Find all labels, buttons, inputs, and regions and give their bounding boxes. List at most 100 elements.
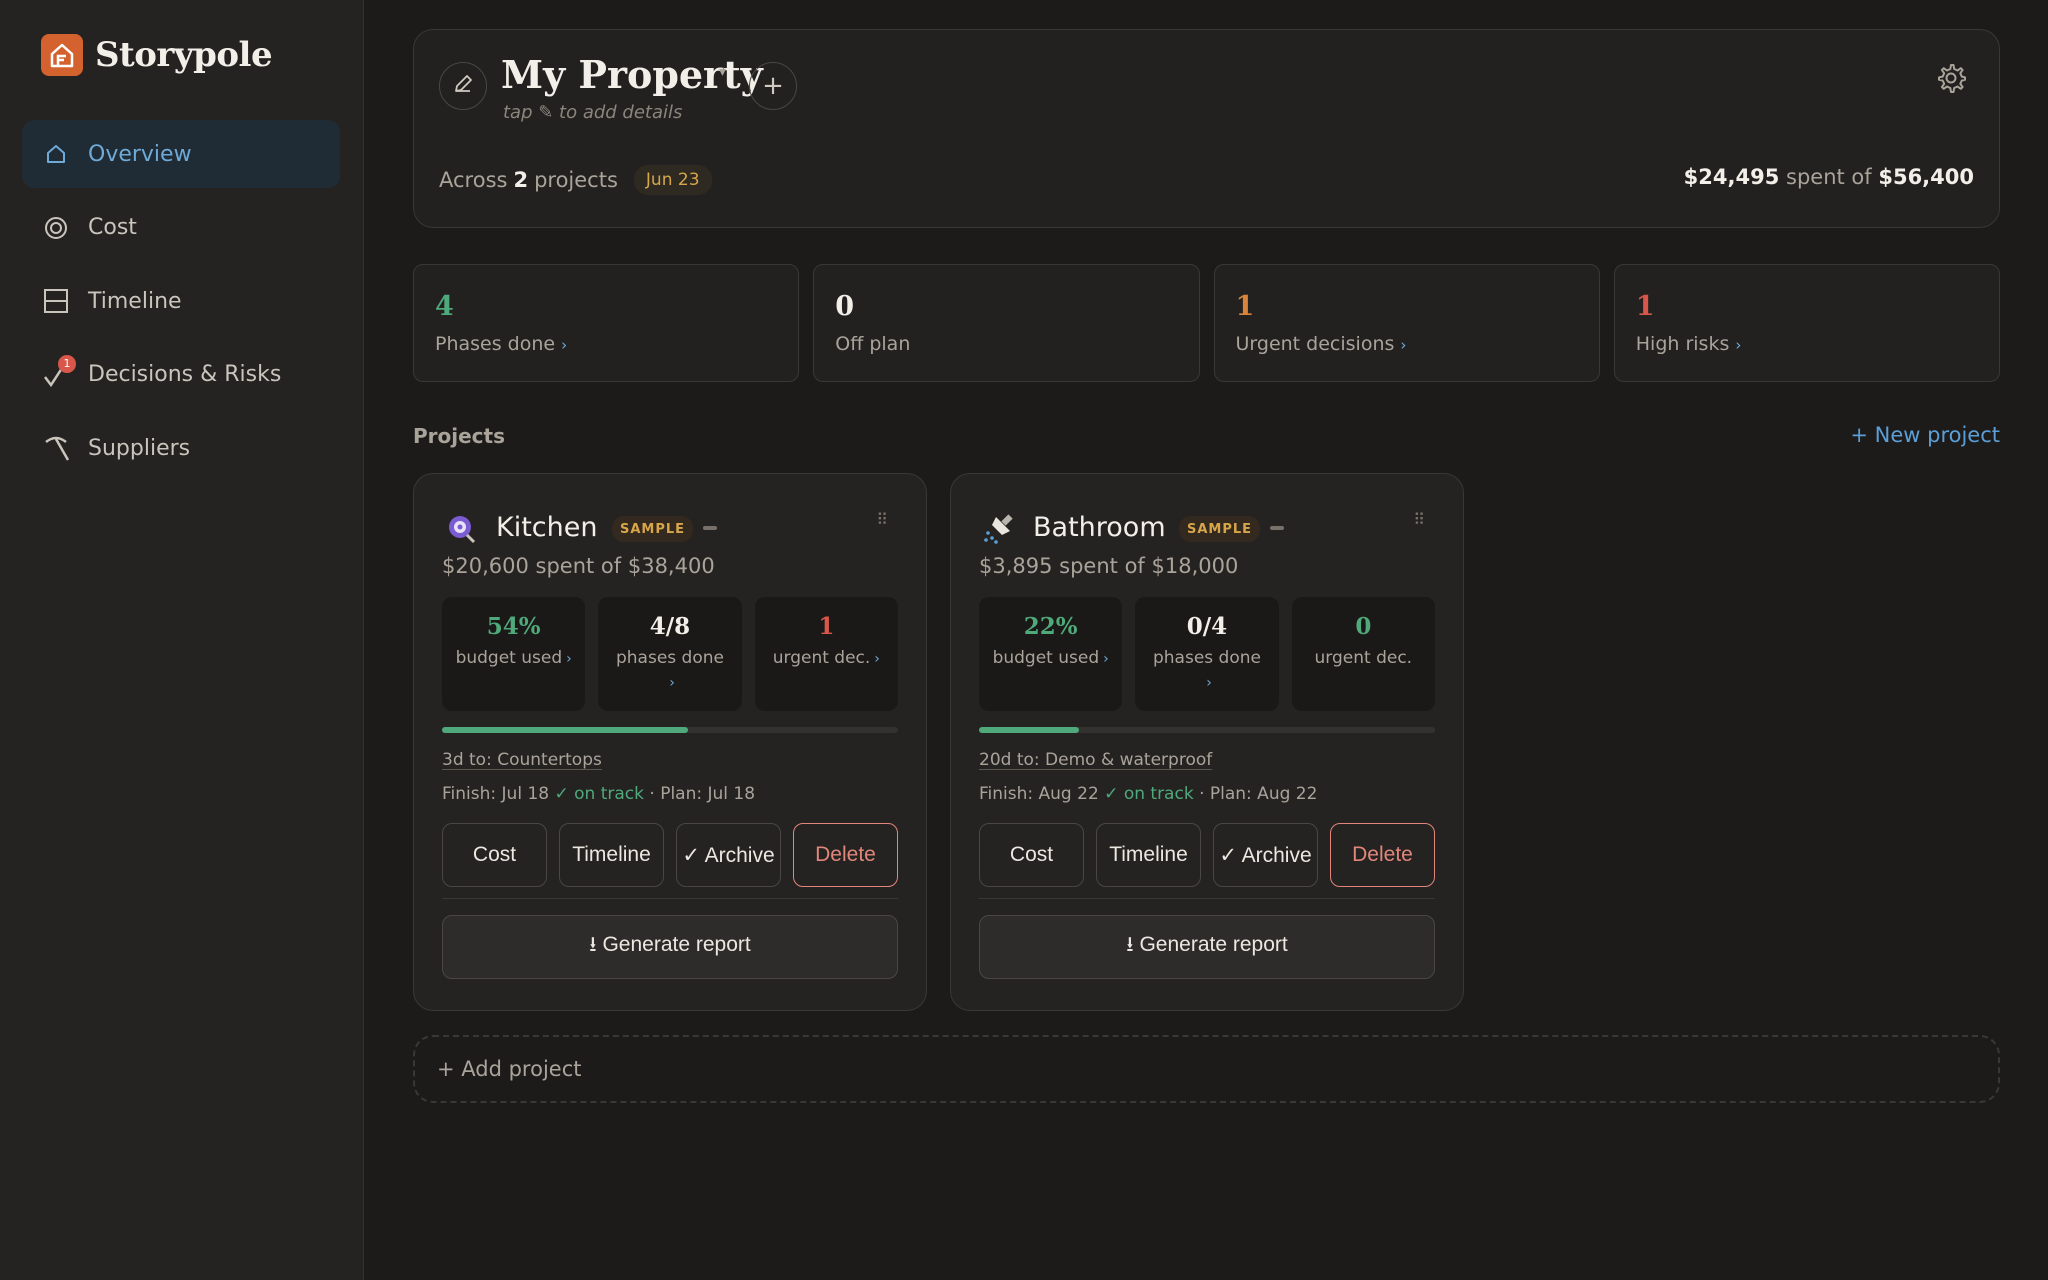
metric-label: budget used › <box>979 646 1122 671</box>
generate-report-button[interactable]: ⭳ Generate report <box>442 915 898 979</box>
metric-phases-done[interactable]: 0/4 phases done › <box>1135 597 1279 711</box>
metric-phases-done[interactable]: 4/8 phases done › <box>598 597 742 711</box>
home-icon <box>42 140 70 168</box>
stat-label: Urgent decisions › <box>1236 333 1407 355</box>
stat-value: 0 <box>835 291 855 322</box>
budget-progress-bar <box>442 727 898 733</box>
timeline-button[interactable]: Timeline <box>1096 823 1201 887</box>
metric-label-text: urgent dec. <box>1314 648 1413 668</box>
project-name[interactable]: Bathroom <box>1033 512 1166 543</box>
chevron-right-icon: › <box>1735 336 1742 354</box>
timeline-icon <box>42 287 70 315</box>
project-card-kitchen: Kitchen SAMPLE ⠿ $20,600 spent of $38,40… <box>413 473 927 1011</box>
sidebar-nav: Overview Cost Timeline 1 Decisions & Ris… <box>22 120 340 488</box>
metric-label: urgent dec. › <box>755 646 898 671</box>
project-actions: Cost Timeline ✓ Archive Delete <box>442 823 898 887</box>
stat-urgent-decisions[interactable]: 1 Urgent decisions › <box>1213 264 1600 382</box>
project-name[interactable]: Kitchen <box>496 512 597 543</box>
plan-date: · Plan: Aug 22 <box>1199 784 1318 804</box>
budget-progress-bar <box>979 727 1435 733</box>
cost-button[interactable]: Cost <box>442 823 547 887</box>
metric-budget-used[interactable]: 54% budget used › <box>442 597 586 711</box>
project-metrics: 54% budget used › 4/8 phases done › 1 urge… <box>442 597 898 711</box>
notification-badge: 1 <box>58 354 76 373</box>
chevron-right-icon: › <box>1206 675 1212 691</box>
metric-value: 54% <box>486 613 541 640</box>
delete-button[interactable]: Delete <box>793 823 898 887</box>
add-project-button[interactable]: + Add project <box>413 1035 2000 1103</box>
sidebar-item-overview[interactable]: Overview <box>22 120 340 188</box>
chevron-right-icon: › <box>1103 651 1109 667</box>
project-spent: $3,895 spent of $18,000 <box>979 554 1239 578</box>
sidebar: Storypole Overview Cost Timeline 1 Decis… <box>0 0 364 1280</box>
next-phase-link[interactable]: 20d to: Demo & waterproof <box>979 750 1212 770</box>
project-card-bathroom: Bathroom SAMPLE ⠿ $3,895 spent of $18,00… <box>950 473 1464 1011</box>
edit-property-button[interactable] <box>439 62 487 110</box>
drag-handle-icon[interactable]: ⠿ <box>1413 510 1425 529</box>
sidebar-item-label: Cost <box>88 215 137 240</box>
stat-label: High risks › <box>1636 333 1742 355</box>
cost-button[interactable]: Cost <box>979 823 1084 887</box>
generate-report-button[interactable]: ⭳ Generate report <box>979 915 1435 979</box>
metric-label-text: phases done <box>1152 648 1261 668</box>
stat-off-plan[interactable]: 0 Off plan <box>813 264 1200 382</box>
metric-urgent-decisions[interactable]: 1 urgent dec. › <box>754 597 898 711</box>
plan-date: · Plan: Jul 18 <box>649 784 756 804</box>
finish-date: Finish: Jul 18 <box>442 784 550 804</box>
stat-phases-done[interactable]: 4 Phases done › <box>413 264 800 382</box>
archive-button[interactable]: ✓ Archive <box>1213 823 1318 887</box>
sidebar-item-cost[interactable]: Cost <box>22 194 340 262</box>
sample-badge: SAMPLE <box>612 516 694 542</box>
across-prefix: Across <box>439 168 508 192</box>
property-dropdown-caret[interactable]: ▾ <box>719 64 726 80</box>
settings-button[interactable] <box>1935 62 1967 94</box>
progress-fill <box>979 727 1080 733</box>
drag-handle-icon[interactable]: ⠿ <box>876 510 888 529</box>
project-spent: $20,600 spent of $38,400 <box>442 554 715 578</box>
new-project-link[interactable]: + New project <box>1850 423 2000 447</box>
metric-budget-used[interactable]: 22% budget used › <box>979 597 1123 711</box>
chevron-right-icon: › <box>874 651 880 667</box>
archive-button[interactable]: ✓ Archive <box>676 823 781 887</box>
property-header: My Property ▾ tap ✎ to add details + Acr… <box>413 29 2000 228</box>
total-spent: $24,495 spent of $56,400 <box>1684 165 1974 189</box>
sidebar-item-label: Timeline <box>88 288 182 314</box>
chevron-right-icon: › <box>566 651 572 667</box>
next-phase-link[interactable]: 3d to: Countertops <box>442 750 602 770</box>
projects-summary: Across 2 projects Jun 23 <box>439 165 712 195</box>
stat-high-risks[interactable]: 1 High risks › <box>1613 264 2000 382</box>
metric-label: phases done › <box>1135 646 1278 695</box>
timeline-button[interactable]: Timeline <box>559 823 664 887</box>
brand[interactable]: Storypole <box>41 34 273 76</box>
metric-value: 4/8 <box>649 613 691 640</box>
project-count: 2 <box>513 168 529 192</box>
on-track-status: ✓ on track <box>1104 784 1194 804</box>
chevron-right-icon: › <box>1400 336 1407 354</box>
stat-label-text: Urgent decisions <box>1235 333 1395 355</box>
metric-label-text: urgent dec. <box>772 648 871 668</box>
spent-of-label: spent of <box>1786 165 1872 189</box>
delete-button[interactable]: Delete <box>1330 823 1435 887</box>
metric-label: phases done › <box>598 646 741 695</box>
finish-info: Finish: Aug 22 ✓ on track · Plan: Aug 22 <box>979 784 1317 804</box>
sidebar-item-decisions-risks[interactable]: 1 Decisions & Risks <box>22 341 340 409</box>
budget-total: $56,400 <box>1878 165 1974 189</box>
pencil-icon <box>452 73 474 99</box>
stat-value: 1 <box>1235 291 1255 322</box>
summary-stats: 4 Phases done › 0 Off plan 1 Urgent decis… <box>413 264 2000 382</box>
chevron-right-icon: › <box>561 336 568 354</box>
sidebar-item-timeline[interactable]: Timeline <box>22 267 340 335</box>
project-actions: Cost Timeline ✓ Archive Delete <box>979 823 1435 887</box>
shower-icon <box>982 513 1014 545</box>
sidebar-item-suppliers[interactable]: Suppliers <box>22 414 340 482</box>
divider <box>442 898 898 899</box>
finish-info: Finish: Jul 18 ✓ on track · Plan: Jul 18 <box>442 784 755 804</box>
add-property-button[interactable]: + <box>749 62 797 110</box>
metric-value: 0/4 <box>1186 613 1228 640</box>
metric-label: budget used › <box>442 646 585 671</box>
metric-label-text: phases done <box>615 648 724 668</box>
finish-date: Finish: Aug 22 <box>979 784 1099 804</box>
metric-label: urgent dec. <box>1292 646 1435 670</box>
stat-label: Phases done › <box>435 333 567 355</box>
project-metrics: 22% budget used › 0/4 phases done › 0 urge… <box>979 597 1435 711</box>
